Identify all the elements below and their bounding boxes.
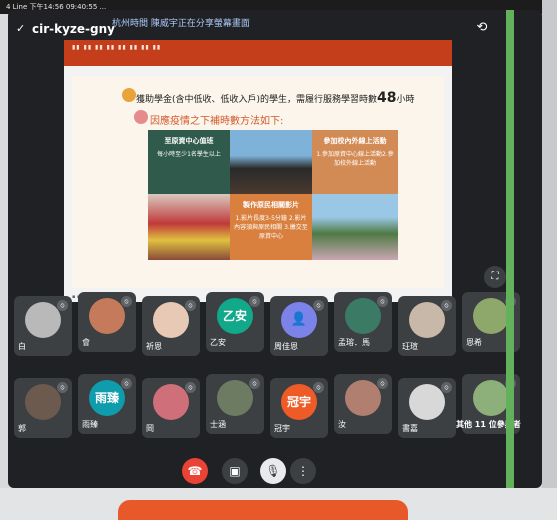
more-vert-icon: ⋮ xyxy=(297,464,309,478)
mic-toggle-button[interactable]: 🎙 xyxy=(260,458,286,484)
mic-muted-icon: ⦸ xyxy=(121,378,132,389)
mic-muted-icon: ⦸ xyxy=(377,378,388,389)
tile-title: 參加校內外線上活動 xyxy=(323,137,387,145)
tile-body: 每小時至少1名學生以上 xyxy=(157,151,221,158)
participant-name: 士涵 xyxy=(210,420,226,429)
camera-icon: ▣ xyxy=(229,464,241,478)
participant-name: 周佳恩 xyxy=(274,342,298,351)
avatar xyxy=(153,302,189,338)
green-edge xyxy=(506,10,514,488)
avatar xyxy=(25,384,61,420)
mic-muted-icon: ⦸ xyxy=(57,300,68,311)
bullet-dot xyxy=(134,110,148,124)
participant-tile[interactable]: ⦸ 郭 xyxy=(14,378,72,438)
mic-muted-icon: ⦸ xyxy=(121,296,132,307)
slide-tile-duty: 至原資中心值班 每小時至少1名學生以上 xyxy=(148,130,230,194)
avatar xyxy=(89,298,125,334)
mic-muted-icon: ⦸ xyxy=(441,382,452,393)
participant-name: 雨臻 xyxy=(82,420,98,429)
participant-tile[interactable]: 雨臻 ⦸ 雨臻 xyxy=(78,374,136,434)
tile-body: 1.影片長度3-5分鐘 2.影片內容須與原民相關 3.繳交至原資中心 xyxy=(234,215,308,240)
participant-name: 郭 xyxy=(18,424,26,433)
participant-name: 冠宇 xyxy=(274,424,290,433)
bullet-dot xyxy=(122,88,136,102)
frame-edge xyxy=(542,0,557,520)
participant-tile[interactable]: 乙安 ⦸ 乙安 xyxy=(206,292,264,352)
participant-name: 孟瑢．馬 xyxy=(338,338,370,347)
chevron-down-icon[interactable]: ✓ xyxy=(16,22,25,35)
participant-tile[interactable]: ⦸ 書嘉 xyxy=(398,378,456,438)
mic-muted-icon: ⦸ xyxy=(57,382,68,393)
participant-tile[interactable]: ⦸ 祈恩 xyxy=(142,296,200,356)
avatar: 乙安 xyxy=(217,298,253,334)
mic-muted-icon: ⦸ xyxy=(249,378,260,389)
mic-muted-icon: ⦸ xyxy=(313,300,324,311)
mic-muted-icon: ⦸ xyxy=(249,296,260,307)
participant-name: 祈恩 xyxy=(146,342,162,351)
mic-off-icon: 🎙 xyxy=(265,464,281,478)
participant-name: 會 xyxy=(82,338,90,347)
participant-tile[interactable]: ⦸ 岡 xyxy=(142,378,200,438)
avatar xyxy=(409,384,445,420)
slide-title-number: 48 xyxy=(377,90,397,106)
mic-muted-icon: ⦸ xyxy=(185,382,196,393)
slide-tile-video: 製作原民相關影片 1.影片長度3-5分鐘 2.影片內容須與原民相關 3.繳交至原… xyxy=(230,194,312,260)
participant-tile[interactable]: ⦸ 白 xyxy=(14,296,72,356)
slide-photo xyxy=(230,130,312,194)
participant-tile[interactable]: ⦸ 士涵 xyxy=(206,374,264,434)
avatar xyxy=(25,302,61,338)
tile-title: 製作原民相關影片 xyxy=(243,201,299,209)
mic-muted-icon: ⦸ xyxy=(313,382,324,393)
more-options-button[interactable]: ⋮ xyxy=(290,458,316,484)
slide-title-prefix: 獲助學金(含中低收、低收入戶)的學生，需履行服務學習時數 xyxy=(136,95,378,105)
ribbon-tabs: ▮▮ ▮▮ ▮▮ ▮▮ ▮▮ ▮▮ ▮▮ ▮▮ xyxy=(72,44,162,51)
avatar xyxy=(473,380,509,416)
mic-muted-icon: ⦸ xyxy=(441,300,452,311)
mic-muted-icon: ⦸ xyxy=(377,296,388,307)
camera-switch-icon[interactable]: ⟲ xyxy=(474,20,490,36)
participant-name: 岡 xyxy=(146,424,154,433)
participant-name: 白 xyxy=(18,342,26,351)
camera-toggle-button[interactable]: ▣ xyxy=(222,458,248,484)
participant-name: 玨瑄 xyxy=(402,342,418,351)
avatar xyxy=(153,384,189,420)
slide-title: 獲助學金(含中低收、低收入戶)的學生，需履行服務學習時數48小時 xyxy=(136,90,415,106)
mic-muted-icon: ⦸ xyxy=(185,300,196,311)
slide-tile-online-activity: 參加校內外線上活動 1.參加原資中心線上活動2.參加校外線上活動 xyxy=(312,130,398,194)
participant-tile[interactable]: ⦸ 玨瑄 xyxy=(398,296,456,356)
participant-tile[interactable]: ⦸ 孟瑢．馬 xyxy=(334,292,392,352)
participant-name: 乙安 xyxy=(210,338,226,347)
orange-object xyxy=(118,500,408,520)
slide-photo xyxy=(312,194,398,260)
tile-body: 1.參加原資中心線上活動2.參加校外線上活動 xyxy=(316,151,394,167)
slide: 獲助學金(含中低收、低收入戶)的學生，需履行服務學習時數48小時 因應疫情之下補… xyxy=(72,76,444,288)
avatar xyxy=(473,298,509,334)
shared-screen: ▮▮ ▮▮ ▮▮ ▮▮ ▮▮ ▮▮ ▮▮ ▮▮ 獲助學金(含中低收、低收入戶)的… xyxy=(64,40,452,302)
default-avatar-icon: 👤 xyxy=(281,302,317,338)
avatar xyxy=(409,302,445,338)
participant-name: 汝 xyxy=(338,420,346,429)
slide-title-suffix: 小時 xyxy=(396,95,415,105)
meeting-code[interactable]: cir-kyze-gny xyxy=(32,22,115,36)
avatar: 雨臻 xyxy=(89,380,125,416)
meet-window: ✓ cir-kyze-gny 杭州時間 陳威宇正在分享螢幕畫面 ⟲ ♫ ▮▮ ▮… xyxy=(8,10,542,488)
avatar xyxy=(217,380,253,416)
phone-hangup-icon: ☎ xyxy=(187,464,203,478)
participant-tile[interactable]: 👤 ⦸ 周佳恩 xyxy=(270,296,328,356)
tile-title: 至原資中心值班 xyxy=(164,137,214,145)
participant-tile[interactable]: 冠宇 ⦸ 冠宇 xyxy=(270,378,328,438)
participant-tile[interactable]: ⦸ 汝 xyxy=(334,374,392,434)
participant-tile[interactable]: ⦸ 會 xyxy=(78,292,136,352)
avatar xyxy=(345,380,381,416)
avatar: 冠宇 xyxy=(281,384,317,420)
ppt-ribbon: ▮▮ ▮▮ ▮▮ ▮▮ ▮▮ ▮▮ ▮▮ ▮▮ xyxy=(64,40,452,66)
slide-subtitle: 因應疫情之下補時數方法如下: xyxy=(150,116,284,127)
fullscreen-icon[interactable]: ⛶ xyxy=(484,266,506,288)
participant-name: 恩希 xyxy=(466,338,482,347)
slide-photo xyxy=(148,194,230,260)
end-call-button[interactable]: ☎ xyxy=(182,458,208,484)
participant-name: 書嘉 xyxy=(402,424,418,433)
presenting-note: 杭州時間 陳威宇正在分享螢幕畫面 xyxy=(112,19,250,29)
avatar xyxy=(345,298,381,334)
